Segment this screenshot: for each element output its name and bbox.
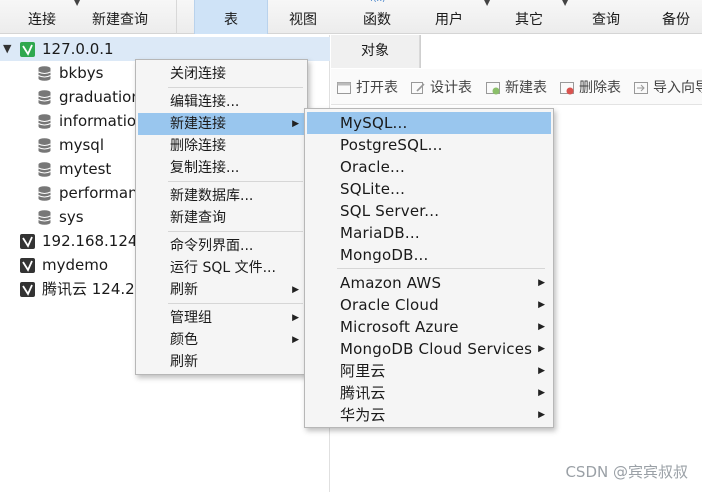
database-icon [38,66,51,81]
submenu-mongodb[interactable]: MongoDB... [307,244,551,266]
submenu-mysql[interactable]: MySQL... [307,112,551,134]
submenu-oracle[interactable]: Oracle... [307,156,551,178]
new-query-icon [112,0,128,4]
menu-new-database[interactable]: 新建数据库... [138,185,305,207]
delete-table-icon [560,82,574,95]
menu-manage-group[interactable]: 管理组 ▶ [138,307,305,329]
plug-icon [34,0,50,4]
database-icon [38,114,51,129]
submenu-postgresql[interactable]: PostgreSQL... [307,134,551,156]
submenu-arrow-icon: ▶ [292,313,299,323]
submenu-arrow-icon: ▶ [538,388,545,398]
submenu-microsoft-azure[interactable]: Microsoft Azure ▶ [307,316,551,338]
database-icon [38,162,51,177]
svg-text:f(x): f(x) [370,0,385,4]
submenu-arrow-icon: ▶ [538,344,545,354]
tree-connection[interactable]: ▼ 127.0.0.1 [0,37,330,61]
connection-icon [20,282,35,297]
toolbar-connect-button[interactable]: 连接 [12,0,72,34]
submenu-arrow-icon: ▶ [538,366,545,376]
toolbar-backup-button[interactable]: 备份 [650,0,702,34]
submenu-arrow-icon: ▶ [538,322,545,332]
submenu-arrow-icon: ▶ [292,335,299,345]
submenu-tencent-cloud[interactable]: 腾讯云 ▶ [307,382,551,404]
submenu-arrow-icon: ▶ [538,410,545,420]
submenu-oracle-cloud[interactable]: Oracle Cloud ▶ [307,294,551,316]
menu-close-connection[interactable]: 关闭连接 [138,63,305,85]
connection-icon [20,42,35,57]
tab-bar: 对象 [331,35,702,68]
user-dropdown-caret[interactable]: ▼ [484,0,490,7]
connection-icon [20,258,35,273]
menu-edit-connection[interactable]: 编辑连接... [138,91,305,113]
other-dropdown-caret[interactable]: ▼ [562,0,568,7]
connection-icon [20,234,35,249]
menu-separator [168,231,303,232]
new-connection-submenu: MySQL... PostgreSQL... Oracle... SQLite.… [304,108,554,428]
submenu-amazon-aws[interactable]: Amazon AWS ▶ [307,272,551,294]
toolbar-user-button[interactable]: 用户 [418,0,480,34]
menu-separator [168,181,303,182]
menu-separator [337,268,545,269]
submenu-sql-server[interactable]: SQL Server... [307,200,551,222]
function-icon: f(x) [370,0,385,4]
submenu-arrow-icon: ▶ [292,285,299,295]
tab-objects[interactable]: 对象 [331,35,420,68]
main-toolbar: 连接 ▼ 新建查询 表 视图 f(x) 函数 用户 ▼ 其它 ▼ 查询 [0,0,702,34]
submenu-mongodb-cloud[interactable]: MongoDB Cloud Services ▶ [307,338,551,360]
menu-separator [168,87,303,88]
toolbar-table-button[interactable]: 表 [194,0,268,34]
toolbar-other-button[interactable]: 其它 [498,0,560,34]
menu-delete-connection[interactable]: 删除连接 [138,135,305,157]
database-icon [38,210,51,225]
submenu-arrow-icon: ▶ [538,300,545,310]
import-icon [634,82,648,94]
toolbar-function-button[interactable]: f(x) 函数 [346,0,408,34]
submenu-mariadb[interactable]: MariaDB... [307,222,551,244]
toolbar-divider [176,0,177,34]
submenu-arrow-icon: ▶ [538,278,545,288]
toolbar-new-query-button[interactable]: 新建查询 [84,0,156,34]
object-toolbar: 打开表 设计表 新建表 删除表 导入向导 [331,69,702,105]
menu-new-query[interactable]: 新建查询 [138,207,305,229]
database-icon [38,186,51,201]
database-icon [38,138,51,153]
menu-color[interactable]: 颜色 ▶ [138,329,305,351]
menu-separator [168,303,303,304]
chevron-down-icon[interactable]: ▼ [3,37,11,61]
connect-dropdown-caret[interactable]: ▼ [74,0,80,7]
toolbar-view-button[interactable]: 视图 [272,0,334,34]
menu-refresh[interactable]: 刷新 [138,351,305,373]
new-table-icon [486,82,500,95]
submenu-huawei-cloud[interactable]: 华为云 ▶ [307,404,551,426]
toolbar-query-button[interactable]: 查询 [576,0,636,34]
open-table-icon [337,82,351,94]
tab-empty-area [420,35,702,68]
design-table-icon [411,82,425,94]
menu-run-sql-file[interactable]: 运行 SQL 文件... [138,257,305,279]
menu-copy-connection[interactable]: 复制连接... [138,157,305,179]
user-icon [441,0,457,4]
database-icon [38,90,51,105]
submenu-aliyun[interactable]: 阿里云 ▶ [307,360,551,382]
menu-new-connection[interactable]: 新建连接 ▶ [138,113,305,135]
submenu-sqlite[interactable]: SQLite... [307,178,551,200]
submenu-arrow-icon: ▶ [292,119,299,129]
watermark: CSDN @宾宾叔叔 [565,463,688,481]
connection-context-menu: 关闭连接 编辑连接... 新建连接 ▶ 删除连接 复制连接... 新建数据库...… [135,59,308,375]
menu-refresh-sub[interactable]: 刷新 ▶ [138,279,305,301]
menu-command-line[interactable]: 命令列界面... [138,235,305,257]
navicat-window: 连接 ▼ 新建查询 表 视图 f(x) 函数 用户 ▼ 其它 ▼ 查询 [0,0,702,492]
